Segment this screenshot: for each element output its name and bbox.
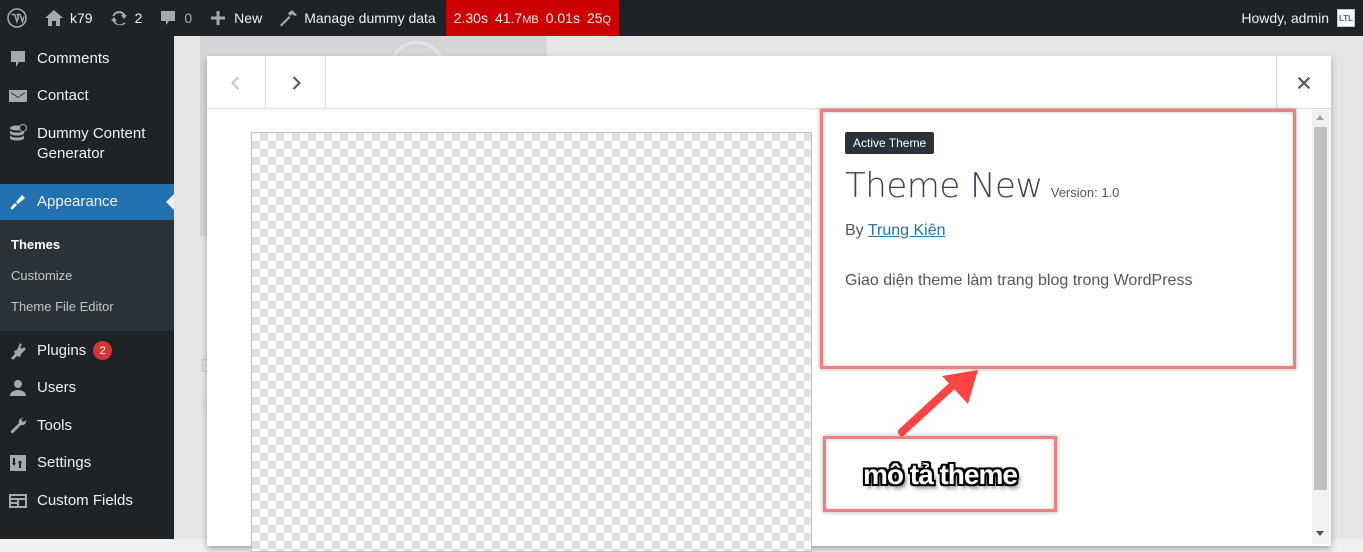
next-theme-button[interactable] — [266, 56, 326, 109]
users-icon — [0, 378, 36, 398]
sidebar-item-label: Custom Fields — [37, 492, 133, 509]
plus-icon — [208, 8, 228, 28]
plugin-icon — [0, 341, 36, 361]
sidebar-item-plugins[interactable]: Plugins 2 — [0, 341, 174, 361]
sidebar-item-label: Comments — [37, 50, 110, 67]
appearance-submenu: Themes Customize Theme File Editor — [0, 220, 174, 331]
updates-link[interactable]: 2 — [101, 0, 151, 36]
sidebar-item-settings[interactable]: Settings — [0, 453, 174, 473]
qm-memory-value: 41.7 — [494, 10, 523, 26]
wordpress-logo-icon — [7, 8, 27, 28]
close-icon — [1297, 76, 1311, 89]
sidebar-item-label: Appearance — [37, 193, 118, 210]
admin-sidebar: Comments Contact Dummy Content Generator … — [0, 36, 174, 539]
new-label: New — [234, 10, 263, 26]
mail-icon — [0, 86, 36, 106]
hammer-icon — [278, 8, 298, 28]
qm-memory: 41.7MB — [495, 10, 539, 26]
sidebar-item-contact[interactable]: Contact — [0, 86, 174, 106]
sidebar-item-appearance[interactable]: Appearance — [0, 184, 174, 220]
submenu-item-theme-file-editor[interactable]: Theme File Editor — [11, 299, 114, 314]
query-monitor-stats[interactable]: 2.30s 41.7MB 0.01s 25Q — [445, 0, 620, 36]
my-account-menu[interactable]: Howdy, admin LTL — [1241, 9, 1363, 27]
settings-icon — [0, 453, 36, 473]
sidebar-item-label: Dummy Content Generator — [36, 124, 145, 164]
scrollbar-thumb[interactable] — [1314, 127, 1327, 490]
sidebar-item-label: Tools — [37, 417, 73, 434]
theme-screenshot-placeholder — [251, 132, 812, 552]
scroll-down-arrow-icon[interactable] — [1316, 531, 1324, 536]
annotation-highlight-box — [820, 109, 1296, 369]
submenu-item-customize[interactable]: Customize — [11, 268, 72, 283]
sidebar-item-dummy-content-generator[interactable]: Dummy Content Generator — [0, 124, 174, 164]
label-line-1: Dummy Content — [37, 125, 146, 142]
sidebar-item-label: Users — [37, 379, 77, 396]
manage-dummy-data-link[interactable]: Manage dummy data — [270, 0, 444, 36]
qm-queries-value: 25 — [586, 10, 603, 26]
qm-queries-unit: Q — [602, 14, 612, 26]
qm-queries: 25Q — [587, 10, 611, 26]
new-content-link[interactable]: New — [200, 0, 270, 36]
comment-icon — [158, 8, 178, 28]
howdy-text: Howdy, admin — [1241, 10, 1329, 26]
wrench-icon — [0, 416, 36, 436]
qm-time: 2.30s — [453, 10, 488, 26]
qm-db-time: 0.01s — [545, 10, 580, 26]
database-icon — [0, 124, 36, 144]
sidebar-item-custom-fields[interactable]: Custom Fields — [0, 491, 174, 511]
chevron-left-icon — [231, 75, 240, 90]
chevron-right-icon — [292, 75, 301, 90]
paintbrush-icon — [0, 192, 36, 212]
comment-icon — [0, 49, 36, 69]
sidebar-item-tools[interactable]: Tools — [0, 416, 174, 436]
sidebar-item-label: Contact — [37, 87, 89, 104]
sidebar-item-label: Plugins — [37, 342, 87, 359]
sidebar-item-label: Settings — [37, 454, 92, 471]
manage-dummy-label: Manage dummy data — [304, 10, 436, 26]
label-line-2: Generator — [37, 145, 105, 162]
custom-fields-icon — [0, 491, 36, 511]
updates-icon — [109, 8, 129, 28]
home-icon — [44, 8, 64, 28]
submenu-item-themes[interactable]: Themes — [11, 237, 60, 252]
qm-memory-unit: MB — [522, 14, 539, 26]
scroll-up-arrow-icon[interactable] — [1316, 115, 1324, 120]
site-name-link[interactable]: k79 — [36, 0, 101, 36]
previous-theme-button[interactable] — [207, 56, 266, 109]
wordpress-logo-button[interactable] — [0, 0, 36, 36]
plugins-update-badge: 2 — [93, 341, 113, 360]
sidebar-item-comments[interactable]: Comments — [0, 49, 174, 69]
modal-scrollbar[interactable] — [1312, 110, 1329, 544]
annotation-label: mô tả theme — [863, 459, 1018, 490]
avatar: LTL — [1337, 9, 1355, 27]
site-name: k79 — [70, 10, 93, 26]
annotation-arrow-icon — [898, 370, 978, 436]
admin-bar: k79 2 0 New Manage dummy data 2.30s 41.7… — [0, 0, 1363, 36]
updates-count: 2 — [134, 10, 143, 26]
comments-link[interactable]: 0 — [150, 0, 200, 36]
modal-header — [207, 56, 1331, 109]
sidebar-item-users[interactable]: Users — [0, 378, 174, 398]
close-modal-button[interactable] — [1276, 56, 1331, 109]
comments-count: 0 — [184, 10, 193, 26]
